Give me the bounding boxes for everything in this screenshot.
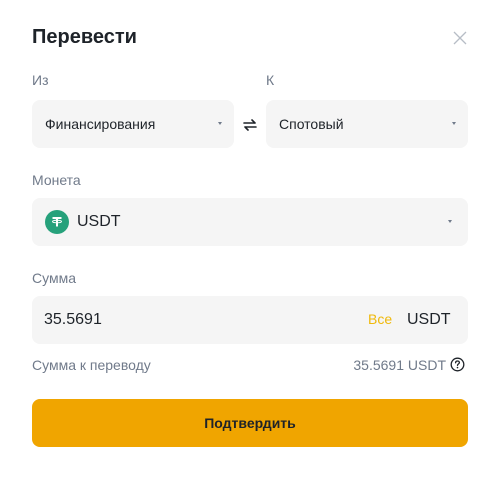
amount-unit: USDT [407, 311, 451, 328]
transfer-sum-value: 35.5691 USDT [353, 357, 446, 373]
amount-field: Все USDT [32, 296, 468, 344]
swap-arrows-icon[interactable] [238, 113, 262, 137]
confirm-button[interactable]: Подтвердить [32, 399, 468, 447]
to-account-select[interactable]: Спотовый [266, 100, 468, 148]
dialog-title: Перевести [32, 26, 137, 48]
question-circle-icon[interactable] [450, 357, 465, 372]
coin-value: USDT [77, 213, 121, 230]
amount-input[interactable] [32, 296, 332, 344]
transfer-dialog: Перевести Из К Финансирования Спотовый М… [0, 0, 500, 478]
max-all-button[interactable]: Все [368, 311, 392, 327]
to-label: К [266, 72, 275, 88]
close-icon[interactable] [451, 29, 469, 47]
caret-down-icon [448, 220, 452, 223]
from-account-select[interactable]: Финансирования [32, 100, 234, 148]
from-account-value: Финансирования [45, 116, 156, 132]
tether-icon [45, 210, 69, 234]
from-label: Из [32, 72, 49, 88]
amount-label: Сумма [32, 270, 76, 286]
caret-down-icon [218, 122, 222, 125]
coin-label: Монета [32, 172, 81, 188]
transfer-sum-label: Сумма к переводу [32, 357, 151, 373]
coin-select[interactable]: USDT [32, 198, 468, 246]
to-account-value: Спотовый [279, 116, 344, 132]
caret-down-icon [452, 122, 456, 125]
